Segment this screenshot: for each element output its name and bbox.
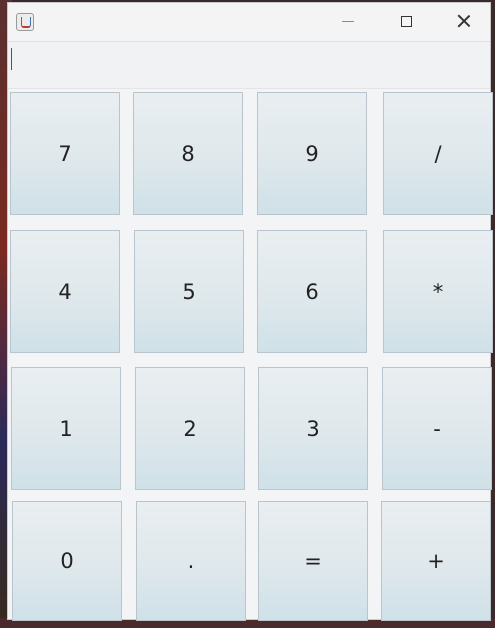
key-2[interactable]: 2 [135,367,245,490]
key-subtract[interactable]: - [382,367,492,490]
title-bar[interactable] [8,3,490,39]
key-multiply[interactable]: * [383,230,493,353]
key-3[interactable]: 3 [258,367,368,490]
maximize-button[interactable] [376,3,436,39]
keypad: 7 8 9 / 4 5 6 * 1 2 3 - 0 . = + [8,89,493,621]
calculator-window: 7 8 9 / 4 5 6 * 1 2 3 - 0 . = + [7,2,493,621]
close-icon [457,14,471,28]
key-5[interactable]: 5 [134,230,244,353]
minimize-icon [342,20,354,22]
maximize-icon [400,15,412,27]
key-equals[interactable]: = [258,501,368,621]
java-cup-icon [16,13,34,31]
calculator-display[interactable] [8,41,490,89]
key-7[interactable]: 7 [10,92,120,215]
key-4[interactable]: 4 [10,230,120,353]
close-button[interactable] [434,3,494,39]
key-decimal[interactable]: . [136,501,246,621]
key-8[interactable]: 8 [133,92,243,215]
key-divide[interactable]: / [383,92,493,215]
key-9[interactable]: 9 [257,92,367,215]
minimize-button[interactable] [318,3,378,39]
key-0[interactable]: 0 [12,501,122,621]
key-6[interactable]: 6 [257,230,367,353]
key-add[interactable]: + [381,501,491,621]
key-1[interactable]: 1 [11,367,121,490]
